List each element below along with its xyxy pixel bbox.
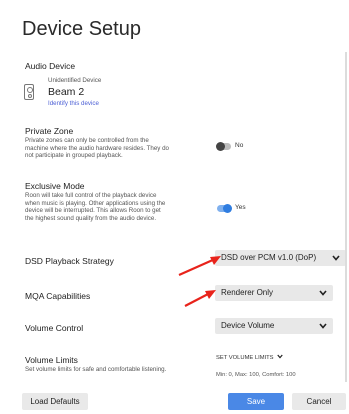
chevron-down-icon	[319, 290, 327, 296]
chevron-down-icon	[277, 354, 283, 359]
cancel-button[interactable]: Cancel	[292, 393, 346, 410]
set-volume-limits-link[interactable]: SET VOLUME LIMITS	[216, 354, 283, 361]
speaker-icon	[24, 84, 34, 100]
dsd-playback-value: DSD over PCM v1.0 (DoP)	[221, 253, 317, 262]
scrollbar[interactable]	[345, 52, 347, 382]
dsd-playback-label: DSD Playback Strategy	[25, 256, 114, 266]
exclusive-mode-toggle-label: Yes	[235, 204, 246, 211]
exclusive-mode-label: Exclusive Mode	[25, 181, 85, 191]
volume-limits-summary: Min: 0, Max: 100, Comfort: 100	[216, 372, 296, 378]
device-subtitle: Unidentified Device	[48, 77, 102, 84]
identify-device-link[interactable]: Identify this device	[48, 100, 99, 107]
arrow-line-mqa	[184, 292, 211, 307]
audio-device-label: Audio Device	[25, 61, 76, 71]
arrow-line-dsd	[178, 257, 216, 277]
chevron-down-icon	[332, 255, 340, 261]
annotation-arrows	[178, 256, 221, 307]
private-zone-description: Private zones can only be controlled fro…	[25, 137, 170, 160]
load-defaults-button[interactable]: Load Defaults	[22, 393, 88, 410]
mqa-select[interactable]: Renderer Only	[215, 285, 333, 301]
mqa-label: MQA Capabilities	[25, 291, 91, 301]
chevron-down-icon	[319, 323, 327, 329]
volume-control-select[interactable]: Device Volume	[215, 318, 333, 334]
private-zone-toggle[interactable]	[216, 142, 231, 151]
dsd-playback-select[interactable]: DSD over PCM v1.0 (DoP)	[215, 250, 346, 266]
volume-limits-description: Set volume limits for safe and comfortab…	[25, 366, 167, 373]
toggle-knob	[223, 204, 232, 213]
exclusive-mode-description: Roon will take full control of the playb…	[25, 192, 166, 222]
volume-control-label: Volume Control	[25, 323, 84, 333]
page-title: Device Setup	[22, 18, 141, 40]
device-name: Beam 2	[48, 86, 85, 98]
save-button[interactable]: Save	[228, 393, 284, 410]
volume-limits-label: Volume Limits	[25, 355, 78, 365]
volume-control-value: Device Volume	[221, 321, 275, 330]
toggle-knob	[216, 142, 225, 151]
exclusive-mode-toggle[interactable]	[217, 204, 232, 213]
private-zone-label: Private Zone	[25, 126, 74, 136]
private-zone-toggle-label: No	[235, 142, 244, 149]
